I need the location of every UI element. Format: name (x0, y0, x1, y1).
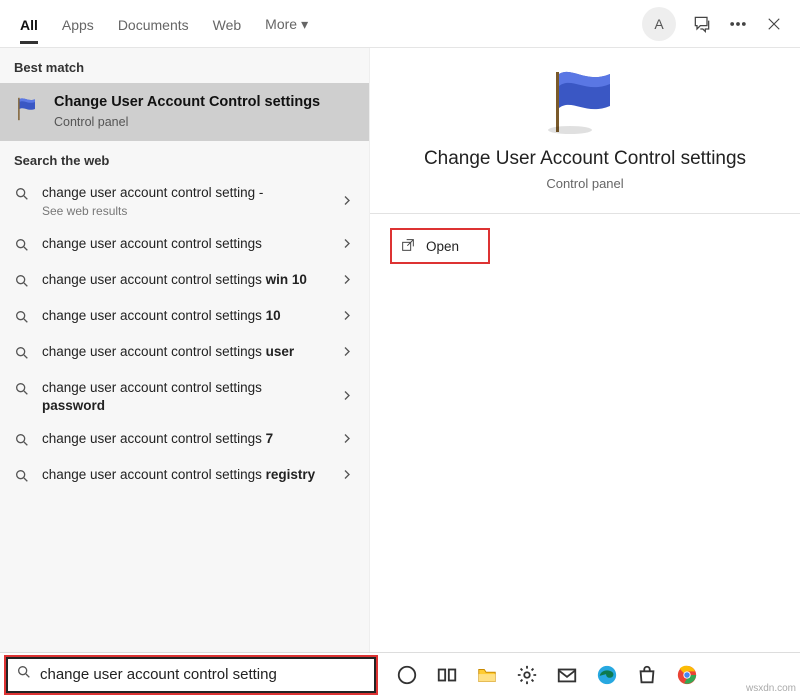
tab-more-label: More (265, 16, 297, 32)
tab-all[interactable]: All (8, 5, 50, 43)
search-icon (14, 345, 32, 363)
top-right-actions: A (642, 7, 792, 41)
feedback-icon[interactable] (692, 14, 712, 34)
store-icon[interactable] (634, 662, 660, 688)
web-result-label: change user account control settings (42, 235, 262, 253)
tab-apps[interactable]: Apps (50, 5, 106, 43)
chevron-right-icon (339, 467, 355, 486)
web-results-header: Search the web (0, 141, 369, 176)
uac-flag-icon (14, 95, 42, 123)
tab-more[interactable]: More▾ (253, 4, 320, 43)
web-result-item[interactable]: change user account control settings win… (0, 263, 369, 299)
bottom-bar: wsxdn.com (0, 652, 800, 696)
web-result-item[interactable]: change user account control settings 7 (0, 422, 369, 458)
search-icon (14, 468, 32, 486)
task-view-icon[interactable] (434, 662, 460, 688)
tab-documents[interactable]: Documents (106, 5, 201, 43)
divider (370, 213, 800, 214)
search-icon (14, 273, 32, 291)
chevron-right-icon (339, 192, 355, 211)
best-match-header: Best match (0, 48, 369, 83)
open-icon (400, 237, 416, 256)
web-result-label: change user account control settings pas… (42, 379, 322, 414)
tab-web[interactable]: Web (201, 5, 254, 43)
cortana-icon[interactable] (394, 662, 420, 688)
preview-panel: Change User Account Control settings Con… (370, 48, 800, 652)
web-result-label: change user account control settings 7 (42, 430, 273, 448)
chevron-right-icon (339, 272, 355, 291)
file-explorer-icon[interactable] (474, 662, 500, 688)
chevron-right-icon (339, 387, 355, 406)
chevron-right-icon (339, 344, 355, 363)
top-bar: All Apps Documents Web More▾ A (0, 0, 800, 48)
web-result-item[interactable]: change user account control setting - Se… (0, 176, 369, 227)
chevron-right-icon (339, 308, 355, 327)
best-match-text: Change User Account Control settings Con… (54, 93, 320, 129)
watermark: wsxdn.com (746, 683, 796, 694)
web-result-item[interactable]: change user account control settings (0, 227, 369, 263)
best-match-item[interactable]: Change User Account Control settings Con… (0, 83, 369, 141)
web-items-list: change user account control setting - Se… (0, 176, 369, 494)
search-box[interactable] (6, 657, 376, 693)
search-icon (14, 381, 32, 399)
preview-subtitle: Control panel (546, 176, 623, 191)
uac-flag-large-icon (540, 66, 630, 136)
web-result-item[interactable]: change user account control settings reg… (0, 458, 369, 494)
search-icon (14, 186, 32, 204)
search-icon (14, 432, 32, 450)
more-options-icon[interactable] (728, 14, 748, 34)
search-icon (14, 309, 32, 327)
user-avatar[interactable]: A (642, 7, 676, 41)
search-input[interactable] (40, 666, 366, 683)
mail-icon[interactable] (554, 662, 580, 688)
chevron-right-icon (339, 236, 355, 255)
web-result-label: change user account control settings win… (42, 271, 307, 289)
results-panel: Best match Change User Account Control s… (0, 48, 370, 652)
web-result-item[interactable]: change user account control settings pas… (0, 371, 369, 422)
web-result-label: change user account control setting - Se… (42, 184, 263, 219)
chrome-icon[interactable] (674, 662, 700, 688)
best-match-title: Change User Account Control settings (54, 93, 320, 111)
web-result-item[interactable]: change user account control settings 10 (0, 299, 369, 335)
web-result-item[interactable]: change user account control settings use… (0, 335, 369, 371)
open-action[interactable]: Open (390, 228, 490, 264)
web-result-label: change user account control settings 10 (42, 307, 281, 325)
close-button[interactable] (764, 14, 784, 34)
search-icon (16, 664, 32, 685)
open-label: Open (426, 239, 459, 254)
search-icon (14, 237, 32, 255)
main-area: Best match Change User Account Control s… (0, 48, 800, 652)
chevron-down-icon: ▾ (301, 16, 308, 33)
taskbar (394, 662, 700, 688)
preview-header: Change User Account Control settings Con… (370, 48, 800, 191)
best-match-subtitle: Control panel (54, 115, 320, 129)
chevron-right-icon (339, 431, 355, 450)
preview-title: Change User Account Control settings (424, 148, 746, 170)
settings-icon[interactable] (514, 662, 540, 688)
edge-icon[interactable] (594, 662, 620, 688)
web-result-label: change user account control settings use… (42, 343, 294, 361)
web-result-label: change user account control settings reg… (42, 466, 315, 484)
